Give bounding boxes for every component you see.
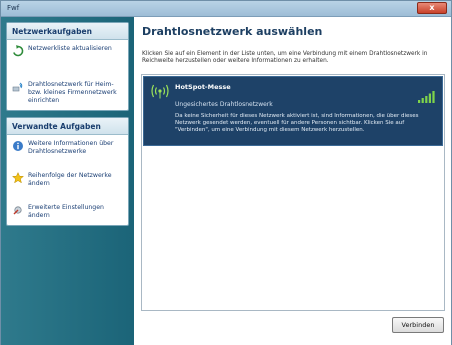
close-button[interactable]: x [417,2,447,14]
page-title: Drahtlosnetzwerk auswählen [142,25,323,38]
info-icon [13,141,23,151]
related-tasks-header: Verwandte Aufgaben [7,118,128,135]
main-content: Drahtlosnetzwerk auswählen Klicken Sie a… [134,17,451,345]
network-security-type: Ungesichertes Drahtlosnetzwerk [175,101,273,108]
change-network-order-link[interactable]: Reihenfolge der Netzwerke ändern [7,167,128,193]
network-tasks-header: Netzwerkaufgaben [7,23,128,40]
network-security-warning: Da keine Sicherheit für dieses Netzwerk … [175,113,419,133]
network-list[interactable]: HotSpot-Messe Ungesichertes Drahtlosnetz… [141,74,445,311]
more-info-link[interactable]: Weitere Informationen über Drahtlosnetzw… [7,135,128,161]
refresh-icon [13,45,24,57]
signal-strength-icon [418,91,435,103]
instructions-text: Klicken Sie auf ein Element in der Liste… [142,51,428,65]
window-title: Fwf [7,4,20,12]
refresh-network-list-link[interactable]: Netzwerkliste aktualisieren [7,40,128,62]
related-tasks-panel: Verwandte Aufgaben Weitere Informationen… [6,117,129,226]
settings-icon [13,206,22,215]
network-name: HotSpot-Messe [175,83,231,91]
network-setup-icon [12,82,23,92]
title-bar[interactable]: Fwf x [1,1,451,17]
advanced-settings-link[interactable]: Erweiterte Einstellungen ändern [7,199,128,225]
wireless-signal-icon [151,84,169,99]
star-icon [12,172,24,184]
setup-wireless-network-link[interactable]: Drahtlosnetzwerk für Heim- bzw. kleines … [7,76,128,110]
network-list-item[interactable]: HotSpot-Messe Ungesichertes Drahtlosnetz… [143,76,443,146]
refresh-network-list-label: Netzwerkliste aktualisieren [28,45,112,52]
more-info-label: Weitere Informationen über Drahtlosnetzw… [28,140,114,155]
task-pane: Netzwerkaufgaben Netzwerkliste aktualisi… [1,17,134,345]
network-tasks-panel: Netzwerkaufgaben Netzwerkliste aktualisi… [6,22,129,111]
network-window: Fwf x Netzwerkaufgaben Netzwerkliste akt… [0,0,452,345]
connect-button[interactable]: Verbinden [392,317,444,333]
advanced-settings-label: Erweiterte Einstellungen ändern [28,204,104,219]
setup-wireless-network-label: Drahtlosnetzwerk für Heim- bzw. kleines … [28,81,117,104]
change-network-order-label: Reihenfolge der Netzwerke ändern [28,172,112,187]
